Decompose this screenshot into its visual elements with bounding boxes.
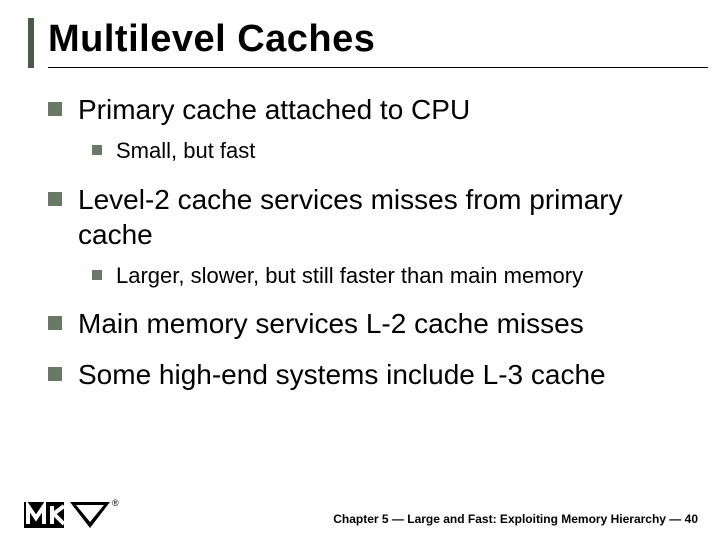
list-item: Level-2 cache services misses from prima… — [48, 182, 692, 291]
list-item: Larger, slower, but still faster than ma… — [92, 262, 692, 291]
title-underline: Multilevel Caches — [48, 18, 708, 68]
sub-list: Small, but fast — [92, 137, 692, 166]
bullet-text: Primary cache attached to CPU — [78, 92, 470, 127]
slide-title: Multilevel Caches — [48, 18, 708, 61]
content-area: Primary cache attached to CPU Small, but… — [28, 92, 692, 392]
square-bullet-icon — [48, 192, 62, 206]
slide: Multilevel Caches Primary cache attached… — [0, 0, 720, 540]
square-bullet-icon — [48, 367, 62, 381]
list-item: Main memory services L-2 cache misses — [48, 306, 692, 341]
square-bullet-icon — [48, 102, 62, 116]
footer-text: Chapter 5 — Large and Fast: Exploiting M… — [333, 512, 698, 526]
bullet-list: Primary cache attached to CPU Small, but… — [48, 92, 692, 392]
square-bullet-icon — [48, 316, 62, 330]
list-item: Some high-end systems include L-3 cache — [48, 357, 692, 392]
sub-list: Larger, slower, but still faster than ma… — [92, 262, 692, 291]
bullet-text: Some high-end systems include L-3 cache — [78, 357, 606, 392]
mk-logo-icon — [24, 500, 110, 530]
title-block: Multilevel Caches — [28, 18, 692, 68]
list-item: Small, but fast — [92, 137, 692, 166]
bullet-text: Larger, slower, but still faster than ma… — [116, 262, 583, 291]
publisher-logo: ® — [24, 500, 119, 530]
registered-mark: ® — [112, 498, 119, 508]
square-bullet-icon — [92, 145, 102, 155]
bullet-text: Level-2 cache services misses from prima… — [78, 182, 692, 252]
square-bullet-icon — [92, 270, 102, 280]
list-item: Primary cache attached to CPU Small, but… — [48, 92, 692, 166]
bullet-text: Small, but fast — [116, 137, 255, 166]
bullet-text: Main memory services L-2 cache misses — [78, 306, 584, 341]
